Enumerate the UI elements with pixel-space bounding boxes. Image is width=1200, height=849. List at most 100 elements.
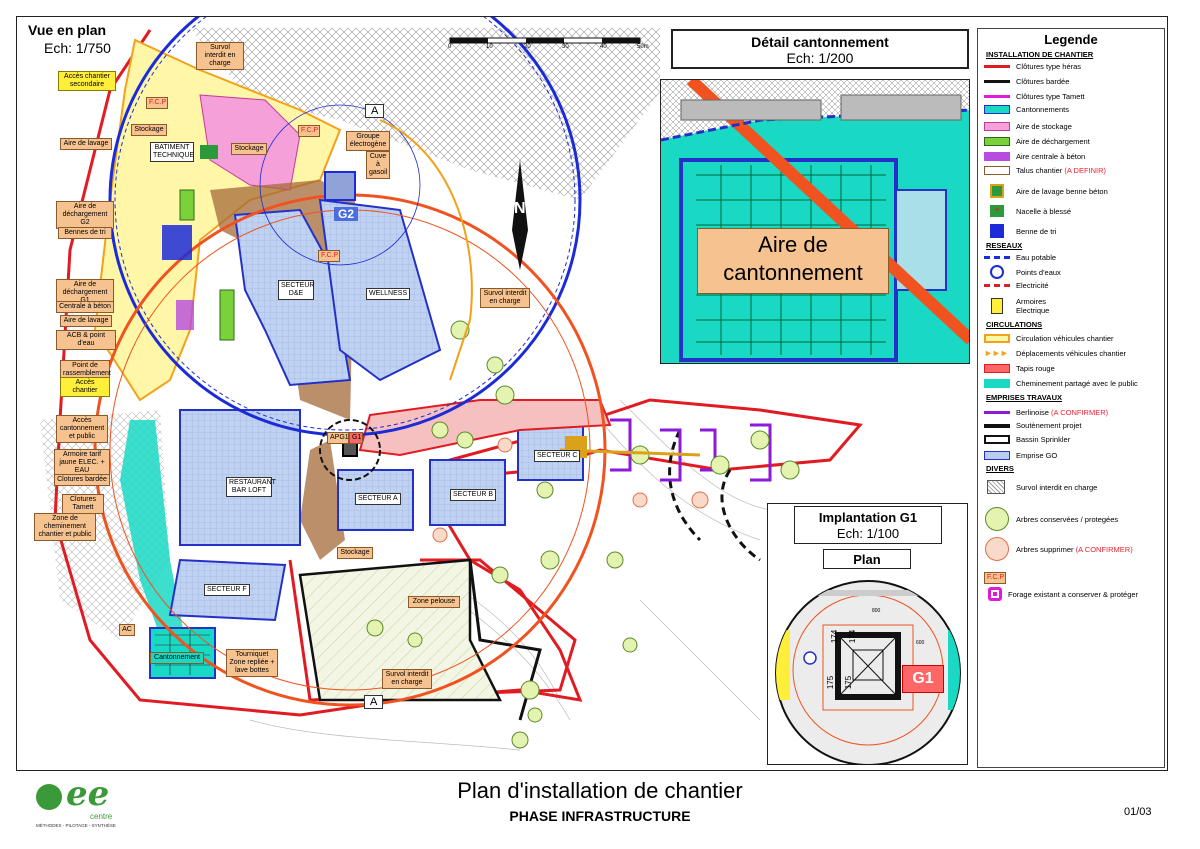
label-groupe: Groupe électrogène [346,131,390,151]
berlinoise-arc-2 [720,469,761,562]
swatch-no-fly [987,480,1005,494]
swatch-cantonnement [984,105,1010,114]
legend-label: Déplacements véhicules chantier [1016,349,1127,358]
legend-item-sprinkler: Bassin Sprinkler [984,435,1070,444]
implantation-panel: Implantation G1 Ech: 1/100 Plan G1 174 1… [767,503,968,765]
swatch-beton [984,152,1010,161]
drawing-title: Plan d'installation de chantier [457,778,743,803]
legend-item-emprise-go: Emprise GO [984,451,1057,460]
legend-label: Armoires Electrique [1016,297,1050,315]
label-clot-bardee: Clotures bardée [54,474,110,486]
legend-item-depl-veh: ►►► Déplacements véhicules chantier [984,348,1127,359]
washing-icon [990,184,1004,198]
legend-item-arbres-cons: Arbres conservées / protegées [984,507,1118,531]
legend-label: Forage existant a conserver & protéger [1008,589,1139,599]
label-secteur-a: SECTEUR A [355,493,401,505]
label-bennes: Bennes de tri [58,227,112,239]
label-aire-lavage-2: Aire de lavage [60,315,112,327]
label-zone-chem: Zone de cheminement chantier et public [34,513,96,541]
label-apg1: APG1 [327,432,349,444]
arrow-right-icon: ►►► [984,348,1009,358]
legend-panel: Legende INSTALLATION DE CHANTIER Clôture… [977,28,1165,768]
water-point-icon [990,265,1004,279]
label-acces-secondaire: Accès chantier secondaire [58,71,116,91]
label-fcp-2: F.C.P [298,125,320,137]
marker-a-2: A [364,695,384,709]
legend-label: Aire centrale à béton [1016,152,1086,161]
swatch-stockage [984,122,1010,131]
label-ac: AC [119,624,135,636]
legend-item-fcp: F.C.P [984,572,1006,584]
unloading-area-g2 [179,189,195,221]
detail-title: Détail cantonnement [751,34,889,50]
legend-section-divers: DIVERS [986,464,1014,473]
legend-item-clot-heras: Clôtures type héras [984,62,1081,71]
swatch-magenta-fence [984,95,1010,98]
scale-bar [449,37,641,44]
scale-tick: 30 [562,44,569,50]
legend-label: Electricité [1016,281,1049,290]
label-wellness: WELLNESS [366,288,411,300]
swatch-vehicle-road [984,334,1010,343]
legend-label: Soutènement projet [1016,421,1082,430]
label-fcp-1: F.C.P [146,97,168,109]
legend-item-points-eau: Points d'eaux [984,265,1061,279]
label-batiment: BATIMENT TECHNIQUE [150,142,194,162]
borehole-icon [988,587,1002,601]
label-stockage-1: Stockage [131,124,167,136]
dim-600: 600 [916,640,925,646]
label-clot-tamett: Clotures Tamett [62,494,104,514]
legend-label: Benne de tri [1016,226,1057,236]
crane-g2-mast [324,171,356,201]
legend-note: (A CONFIRMER) [1075,544,1133,554]
scale-tick: 10 [486,44,493,50]
swatch-water [984,256,1010,259]
label-cantonnement: Cantonnement [150,652,204,664]
north-label: N [514,200,526,217]
legend-section-installation: INSTALLATION DE CHANTIER [986,50,1094,59]
legend-label: Arbres supprimer [1016,544,1074,554]
label-survol-bottom: Survol interdit en charge [382,669,432,689]
detail-title-box: Détail cantonnement Ech: 1/200 [671,29,969,69]
label-secteur-c: SECTEUR C [534,450,581,462]
unloading-area-g1 [219,289,235,341]
legend-item-tapis: Tapis rouge [984,364,1055,373]
legend-section-circulations: CIRCULATIONS [986,320,1043,329]
legend-item-talus: Talus chantier (A DEFINIR) [984,166,1106,175]
label-stockage-3: Stockage [337,547,373,559]
logo: ee centre MÉTHODES - PILOTAGE - SYNTHÈSE [32,774,128,834]
legend-label: Clôtures bardée [1016,77,1070,86]
implantation-g1-label: G1 [902,665,944,693]
label-g1-plan: G1 [349,432,363,444]
label-acces-cant: Accès cantonnement et public [56,415,108,443]
bennes-de-tri [162,225,192,260]
crane-g1-mast [342,441,358,457]
label-acb: ACB & point d'eau [56,330,116,350]
legend-item-cantonnements: Cantonnements [984,105,1069,114]
legend-item-chem-public: Cheminement partagé avec le public [984,379,1138,388]
label-aire-dech-g2: Aire de déchargement G2 [56,201,114,229]
legend-section-emprises: EMPRISES TRAVAUX [986,393,1062,402]
legend-item-elec: Electricité [984,281,1049,290]
label-armoire: Armoire tarif jaune ELEC. + EAU [54,449,110,477]
legend-label: Eau potable [1016,253,1057,262]
swatch-berlinoise [984,411,1010,414]
legend-note: (A CONFIRMER) [1051,408,1109,417]
legend-note: (A DEFINIR) [1064,166,1107,175]
detail-scale: Ech: 1/200 [786,50,854,66]
legend-label: Berlinoise [1016,408,1049,417]
legend-label: Points d'eaux [1016,267,1061,277]
legend-label: Arbres conservées / protegées [1016,514,1119,524]
legend-item-eau: Eau potable [984,253,1056,262]
label-survol-right: Survol interdit en charge [480,288,530,308]
detail-cantonnement-view: Aire de cantonnement [660,79,970,364]
label-secteur-b: SECTEUR B [450,489,497,501]
label-survol-top: Survol interdit en charge [196,42,244,70]
legend-label: Talus chantier [1016,166,1063,175]
dim-800: 800 [872,608,881,614]
legend-label: Cheminement partagé avec le public [1016,379,1138,388]
swatch-red-carpet [984,364,1010,373]
swatch-electricity [984,284,1010,287]
scale-tick: 50m [637,44,649,50]
legend-item-beton: Aire centrale à béton [984,152,1085,161]
